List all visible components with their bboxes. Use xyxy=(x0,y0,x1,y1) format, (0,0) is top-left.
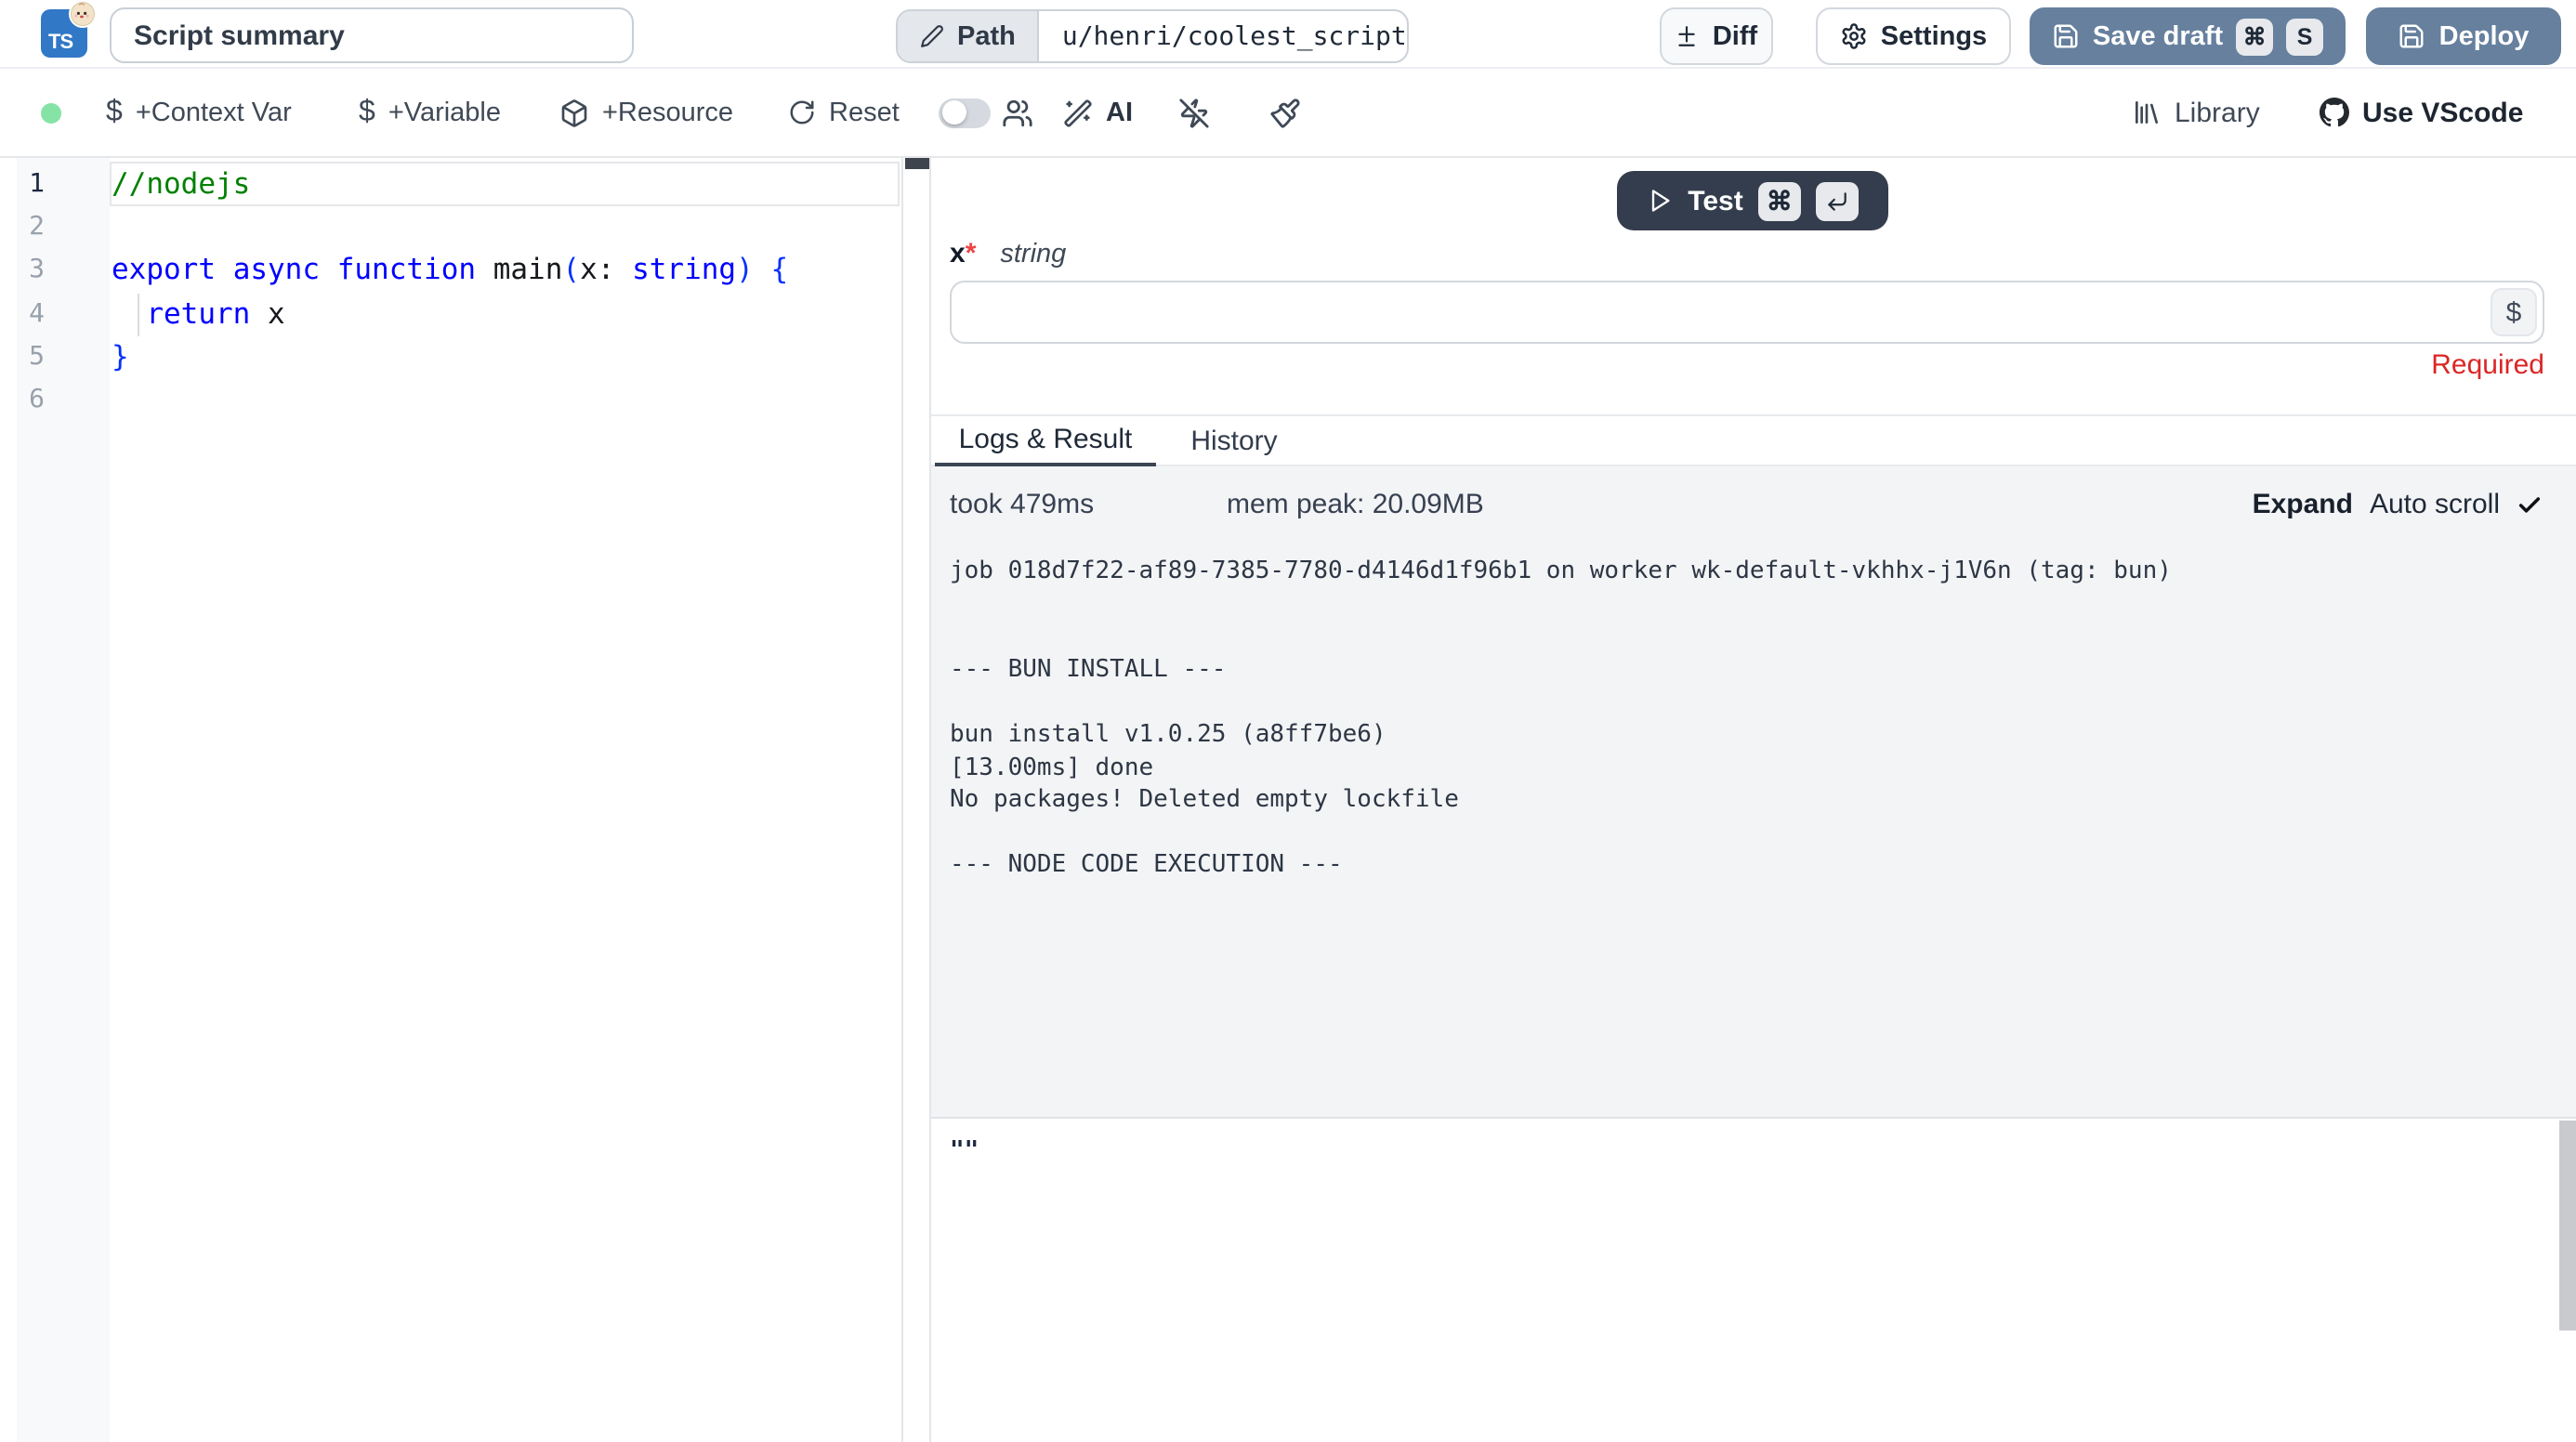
pencil-icon xyxy=(920,24,944,48)
editor-scrollbar-thumb[interactable] xyxy=(904,158,928,168)
code-line[interactable]: //nodejs xyxy=(112,164,901,206)
argument-input[interactable] xyxy=(950,281,2544,344)
line-number: 5 xyxy=(17,336,45,379)
memory-label: mem peak: 20.09MB xyxy=(1227,489,1484,520)
log-output: job 018d7f22-af89-7385-7780-d4146d1f96b1… xyxy=(950,556,2172,883)
path-label: Path xyxy=(957,21,1016,51)
indent-guide xyxy=(138,293,139,335)
add-resource-button[interactable]: +Resource xyxy=(559,98,733,127)
line-number: 3 xyxy=(17,250,45,293)
expand-button[interactable]: Expand xyxy=(2253,489,2353,520)
save-icon xyxy=(2399,22,2426,50)
line-number: 2 xyxy=(17,206,45,249)
wand-icon xyxy=(1063,98,1093,127)
gear-icon xyxy=(1840,22,1868,50)
github-icon xyxy=(2320,98,2349,127)
dollar-icon: $ xyxy=(359,96,375,129)
reset-button[interactable]: Reset xyxy=(788,98,900,127)
use-vscode-button[interactable]: Use VScode xyxy=(2320,97,2523,128)
path-edit-button[interactable]: Path xyxy=(898,11,1040,61)
tab-logs-result[interactable]: Logs & Result xyxy=(935,416,1156,466)
editor-code-lines[interactable]: //nodejs export async function main(x: st… xyxy=(112,164,901,422)
diff-button[interactable]: Diff xyxy=(1660,7,1773,65)
ai-assistant-button[interactable]: AI xyxy=(1063,98,1133,127)
play-icon xyxy=(1647,188,1673,214)
result-panel: "" xyxy=(931,1119,2576,1442)
library-icon xyxy=(2132,98,2162,127)
paintbrush-icon xyxy=(1269,97,1301,128)
result-tabs: Logs & Result History xyxy=(931,414,2576,466)
code-line[interactable] xyxy=(112,379,901,422)
check-icon[interactable] xyxy=(2517,492,2543,518)
kbd-cmd: ⌘ xyxy=(2236,18,2273,55)
format-code-button[interactable] xyxy=(1269,97,1301,128)
bun-icon xyxy=(69,0,97,28)
code-line[interactable] xyxy=(112,206,901,249)
code-editor[interactable]: 123456 //nodejs export async function mai… xyxy=(0,158,901,1442)
required-message: Required xyxy=(2431,349,2544,381)
editor-toolbar: $ +Context Var $ +Variable +Resource Res… xyxy=(0,69,2576,158)
argument-type: string xyxy=(1000,240,1066,269)
argument-label: x* string xyxy=(950,238,1066,269)
result-scrollbar-thumb[interactable] xyxy=(2558,1121,2576,1331)
script-summary-input[interactable] xyxy=(110,7,634,63)
collaborators-button[interactable] xyxy=(1002,97,1033,128)
disable-triggers-button[interactable] xyxy=(1178,97,1210,128)
diff-icon xyxy=(1676,24,1700,48)
editor-gutter-numbers: 123456 xyxy=(17,164,45,422)
package-icon xyxy=(559,98,589,127)
pane-splitter[interactable] xyxy=(901,158,931,1442)
kbd-enter xyxy=(1816,181,1859,220)
kbd-cmd: ⌘ xyxy=(1758,181,1801,220)
library-button[interactable]: Library xyxy=(2132,97,2260,128)
path-control[interactable]: Path u/henri/coolest_script xyxy=(896,9,1410,63)
result-scrollbar[interactable] xyxy=(2558,1119,2576,1442)
diff-mode-toggle[interactable] xyxy=(939,98,991,127)
add-variable-button[interactable]: $ +Variable xyxy=(359,96,501,129)
windmill-script-editor: TS Path u/henri/coolest_script xyxy=(0,0,2576,1442)
test-button[interactable]: Test ⌘ xyxy=(1617,171,1888,230)
logs-header: took 479ms mem peak: 20.09MB Expand Auto… xyxy=(950,489,2543,526)
line-number: 1 xyxy=(17,164,45,206)
required-star: * xyxy=(966,238,977,269)
dollar-icon: $ xyxy=(106,96,123,129)
language-logo: TS xyxy=(41,7,115,63)
users-icon xyxy=(1002,97,1033,128)
result-value: "" xyxy=(950,1137,979,1165)
deploy-button[interactable]: Deploy xyxy=(2366,7,2561,65)
kbd-s: S xyxy=(2286,18,2323,55)
reset-icon xyxy=(788,98,816,126)
save-icon xyxy=(2052,22,2080,50)
line-number: 4 xyxy=(17,293,45,335)
tab-history[interactable]: History xyxy=(1171,416,1297,466)
autoscroll-label[interactable]: Auto scroll xyxy=(2370,489,2500,520)
status-dot xyxy=(41,102,61,123)
duration-label: took 479ms xyxy=(950,489,1094,520)
save-draft-button[interactable]: Save draft ⌘ S xyxy=(2030,7,2346,65)
preview-panel: Test ⌘ x* string $ Required Logs & Result… xyxy=(931,158,2576,1442)
zap-off-icon xyxy=(1178,97,1210,128)
settings-button[interactable]: Settings xyxy=(1816,7,2011,65)
logs-panel: took 479ms mem peak: 20.09MB Expand Auto… xyxy=(931,466,2576,1119)
header-bar: TS Path u/henri/coolest_script xyxy=(0,0,2576,69)
argument-name: x xyxy=(950,238,966,269)
path-value[interactable]: u/henri/coolest_script xyxy=(1040,11,1408,61)
code-line[interactable]: export async function main(x: string) { xyxy=(112,250,901,293)
code-line[interactable]: return x xyxy=(112,293,901,335)
insert-variable-button[interactable]: $ xyxy=(2491,288,2537,336)
line-number: 6 xyxy=(17,379,45,422)
code-line[interactable]: } xyxy=(112,336,901,379)
add-context-var-button[interactable]: $ +Context Var xyxy=(106,96,292,129)
